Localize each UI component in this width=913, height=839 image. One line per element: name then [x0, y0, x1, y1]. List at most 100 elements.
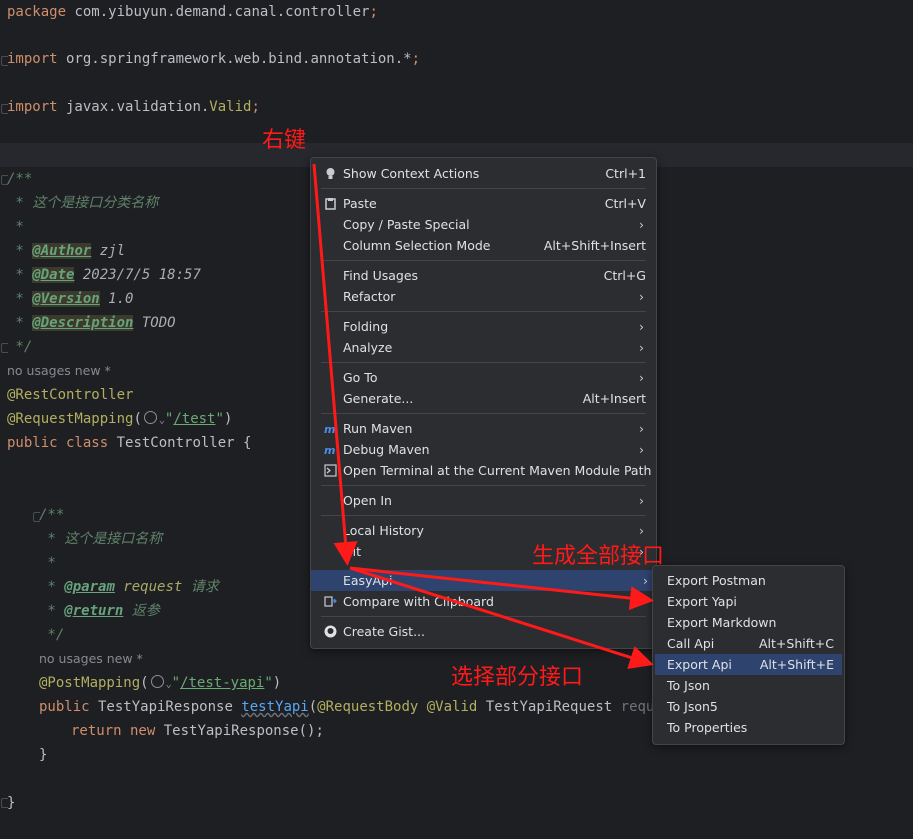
menu-item-easyapi[interactable]: EasyApi ›	[311, 570, 656, 591]
globe-icon[interactable]	[143, 411, 157, 424]
menu-separator	[321, 485, 646, 486]
menu-item-compare-with-clipboard[interactable]: Compare with Clipboard	[315, 591, 652, 612]
doc-close: */	[7, 339, 33, 355]
menu-item-column-selection-mode[interactable]: Column Selection Mode Alt+Shift+Insert	[315, 235, 652, 256]
package-keyword: package	[7, 4, 67, 20]
method-usage-hint[interactable]: no usages new *	[39, 649, 143, 669]
menu-item-go-to[interactable]: Go To ›	[315, 367, 652, 388]
method-doc-param: * @param request 请求	[39, 579, 219, 595]
doc-star: *	[7, 219, 24, 235]
menu-item-analyze[interactable]: Analyze ›	[315, 337, 652, 358]
package-name: com.yibuyun.demand.canal.controller	[66, 4, 370, 20]
menu-item-local-history[interactable]: Local History ›	[315, 520, 652, 541]
doc-open: /**	[7, 171, 33, 187]
submenu-item-call-api[interactable]: Call Api Alt+Shift+C	[655, 633, 842, 654]
menu-item-folding[interactable]: Folding ›	[315, 316, 652, 337]
menu-item-run-maven[interactable]: m Run Maven ›	[315, 418, 652, 439]
usage-hint[interactable]: no usages new *	[7, 361, 111, 381]
method-doc-open: /**	[39, 507, 65, 523]
import-path: javax.validation.	[57, 99, 210, 115]
version-tag: @Version	[32, 291, 100, 307]
semicolon: ;	[251, 99, 260, 115]
menu-separator	[321, 362, 646, 363]
class-declaration: public class TestController {	[7, 435, 252, 451]
easyapi-submenu: Export Postman Export Yapi Export Markdo…	[652, 565, 845, 745]
menu-separator	[321, 616, 646, 617]
menu-separator	[321, 188, 646, 189]
submenu-item-to-json5[interactable]: To Json5	[655, 696, 842, 717]
compare-icon	[324, 596, 337, 607]
description-tag: @Description	[32, 315, 134, 331]
menu-item-open-in[interactable]: Open In ›	[315, 490, 652, 511]
semicolon: ;	[369, 4, 378, 20]
rest-controller-annotation: @RestController	[7, 387, 134, 403]
context-menu: Show Context Actions Ctrl+1 Paste Ctrl+V…	[310, 157, 657, 649]
terminal-icon	[324, 464, 337, 477]
chevron-right-icon: ›	[639, 493, 644, 508]
svg-text:m: m	[324, 423, 335, 435]
lightbulb-icon	[326, 168, 335, 179]
menu-item-open-terminal[interactable]: Open Terminal at the Current Maven Modul…	[315, 460, 652, 481]
package-line[interactable]: package com.yibuyun.demand.canal.control…	[7, 0, 378, 24]
menu-item-refactor[interactable]: Refactor ›	[315, 286, 652, 307]
semicolon: ;	[411, 51, 421, 67]
menu-separator	[321, 413, 646, 414]
maven-icon: m	[324, 423, 335, 435]
method-doc-description: * 这个是接口名称	[39, 531, 163, 547]
chevron-right-icon: ›	[643, 573, 648, 588]
test-yapi-path-link[interactable]: /test-yapi	[180, 675, 264, 691]
submenu-item-export-yapi[interactable]: Export Yapi	[655, 591, 842, 612]
doc-description-line: * @Description TODO	[7, 315, 176, 331]
submenu-item-to-properties[interactable]: To Properties	[655, 717, 842, 738]
post-mapping-annotation: @PostMapping	[39, 675, 141, 691]
annotation-right-click: 右键	[262, 128, 307, 153]
menu-item-find-usages[interactable]: Find Usages Ctrl+G	[315, 265, 652, 286]
clipboard-icon	[325, 198, 336, 210]
doc-date-line: * @Date 2023/7/5 18:57	[7, 267, 201, 283]
menu-item-create-gist[interactable]: Create Gist...	[315, 621, 652, 642]
doc-description: * 这个是接口分类名称	[7, 195, 159, 211]
menu-item-show-context-actions[interactable]: Show Context Actions Ctrl+1	[315, 163, 652, 184]
method-signature: public TestYapiResponse testYapi(@Reques…	[39, 699, 705, 715]
import-class: Valid	[209, 99, 252, 115]
request-mapping-annotation: @RequestMapping	[7, 411, 134, 427]
menu-separator	[321, 515, 646, 516]
chevron-right-icon: ›	[639, 319, 644, 334]
chevron-right-icon: ›	[639, 421, 644, 436]
github-icon	[324, 625, 337, 638]
globe-icon[interactable]	[150, 675, 164, 688]
method-close-brace: }	[39, 747, 48, 763]
method-doc-close: */	[39, 627, 65, 643]
method-name: testYapi	[241, 699, 309, 715]
svg-text:m: m	[324, 444, 335, 456]
chevron-right-icon: ›	[639, 370, 644, 385]
submenu-item-export-markdown[interactable]: Export Markdown	[655, 612, 842, 633]
submenu-item-export-api[interactable]: Export Api Alt+Shift+E	[655, 654, 842, 675]
menu-separator	[321, 260, 646, 261]
chevron-right-icon: ›	[639, 217, 644, 232]
post-mapping-line: @PostMapping(⌄"/test-yapi")	[39, 675, 282, 691]
import-line-1[interactable]: import org.springframework.web.bind.anno…	[7, 47, 420, 71]
menu-item-paste[interactable]: Paste Ctrl+V	[315, 193, 652, 214]
doc-version-line: * @Version 1.0	[7, 291, 134, 307]
method-doc-star: *	[39, 555, 56, 571]
submenu-item-to-json[interactable]: To Json	[655, 675, 842, 696]
import-keyword: import	[7, 99, 58, 115]
menu-item-debug-maven[interactable]: m Debug Maven ›	[315, 439, 652, 460]
chevron-right-icon: ›	[639, 523, 644, 538]
doc-author-line: * @Author zjl	[7, 243, 126, 259]
request-mapping-line: @RequestMapping(⌄"/test")	[7, 411, 233, 427]
chevron-right-icon: ›	[639, 289, 644, 304]
import-line-2[interactable]: import javax.validation.Valid;	[7, 95, 260, 119]
author-tag: @Author	[32, 243, 92, 259]
method-doc-return: * @return 返参	[39, 603, 160, 619]
param-tag: @param	[64, 579, 115, 595]
menu-item-copy-paste-special[interactable]: Copy / Paste Special ›	[315, 214, 652, 235]
import-keyword: import	[7, 51, 58, 67]
annotation-generate-all: 生成全部接口	[532, 544, 665, 569]
date-tag: @Date	[32, 267, 75, 283]
test-path-link[interactable]: /test	[173, 411, 215, 427]
menu-item-generate[interactable]: Generate... Alt+Insert	[315, 388, 652, 409]
submenu-item-export-postman[interactable]: Export Postman	[655, 570, 842, 591]
return-tag: @return	[64, 603, 124, 619]
